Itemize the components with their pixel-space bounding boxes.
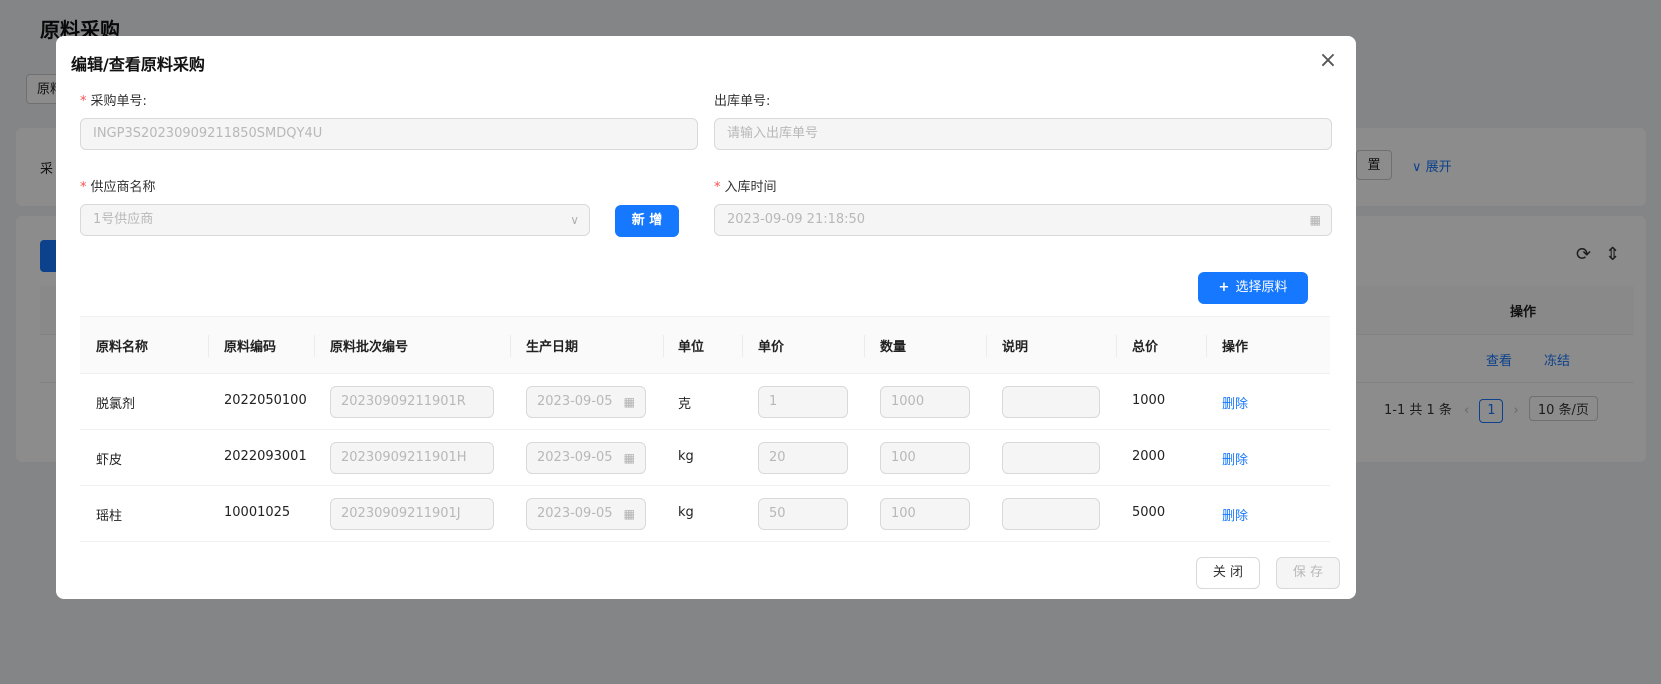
batch-no-input[interactable]: 20230909211901R	[330, 386, 494, 418]
note-input[interactable]	[1002, 442, 1100, 474]
delete-link[interactable]: 删除	[1222, 505, 1248, 524]
outbound-no-input[interactable]: 请输入出库单号	[714, 118, 1332, 150]
supplier-label-text: 供应商名称	[90, 180, 156, 195]
column-divider	[314, 335, 315, 357]
plus-icon: +	[1218, 280, 1230, 295]
production-date-picker[interactable]: 2023-09-05 ▦	[526, 498, 646, 530]
quantity-input[interactable]: 1000	[880, 386, 970, 418]
th-total: 总价	[1132, 340, 1159, 355]
table-row: 虾皮 2022093001 20230909211901H 2023-09-05…	[80, 430, 1330, 486]
production-date-value: 2023-09-05	[537, 394, 613, 409]
required-mark: *	[80, 180, 87, 195]
table-row: 脱氯剂 2022050100 20230909211901R 2023-09-0…	[80, 374, 1330, 430]
column-divider	[1206, 335, 1207, 357]
production-date-value: 2023-09-05	[537, 450, 613, 465]
quantity-input[interactable]: 100	[880, 498, 970, 530]
select-material-button[interactable]: + 选择原料	[1198, 272, 1308, 304]
add-supplier-button[interactable]: 新 增	[615, 205, 679, 237]
batch-no-input[interactable]: 20230909211901J	[330, 498, 494, 530]
supplier-label: * 供应商名称	[80, 176, 156, 195]
unit-price-input[interactable]: 1	[758, 386, 848, 418]
cell-total: 2000	[1132, 449, 1166, 464]
required-mark: *	[80, 94, 87, 109]
unit-price-input[interactable]: 50	[758, 498, 848, 530]
inbound-time-value: 2023-09-09 21:18:50	[727, 212, 866, 227]
select-material-label: 选择原料	[1235, 280, 1288, 295]
calendar-icon: ▦	[1309, 213, 1321, 227]
save-button[interactable]: 保 存	[1276, 557, 1340, 589]
calendar-icon: ▦	[623, 395, 635, 409]
outbound-no-label: 出库单号:	[714, 94, 771, 109]
cell-material-code: 2022050100	[224, 393, 307, 408]
inbound-time-picker[interactable]: 2023-09-09 21:18:50 ▦	[714, 204, 1332, 236]
chevron-down-icon: ∨	[570, 213, 579, 227]
cell-total: 5000	[1132, 505, 1166, 520]
production-date-picker[interactable]: 2023-09-05 ▦	[526, 386, 646, 418]
modal-title: 编辑/查看原料采购	[71, 55, 205, 74]
cell-unit: 克	[678, 397, 692, 412]
column-divider	[864, 335, 865, 357]
close-icon[interactable]: ×	[1318, 50, 1338, 72]
calendar-icon: ▦	[623, 451, 635, 465]
note-input[interactable]	[1002, 386, 1100, 418]
inbound-time-label-text: 入库时间	[724, 180, 777, 195]
table-row: 瑶柱 10001025 20230909211901J 2023-09-05 ▦ …	[80, 486, 1330, 542]
cell-material-name: 虾皮	[96, 453, 123, 468]
supplier-select-value: 1号供应商	[93, 212, 154, 227]
edit-purchase-modal: 编辑/查看原料采购 × * 采购单号: INGP3S20230909211850S…	[56, 36, 1356, 599]
production-date-value: 2023-09-05	[537, 506, 613, 521]
required-mark: *	[714, 180, 721, 195]
quantity-input[interactable]: 100	[880, 442, 970, 474]
th-material-name: 原料名称	[96, 340, 149, 355]
cell-material-code: 2022093001	[224, 449, 307, 464]
column-divider	[208, 335, 209, 357]
purchase-no-label-text: 采购单号:	[90, 94, 147, 109]
cell-material-code: 10001025	[224, 505, 291, 520]
column-divider	[663, 335, 664, 357]
cell-material-name: 瑶柱	[96, 509, 123, 524]
column-divider	[742, 335, 743, 357]
column-divider	[1116, 335, 1117, 357]
unit-price-input[interactable]: 20	[758, 442, 848, 474]
delete-link[interactable]: 删除	[1222, 393, 1248, 412]
th-action: 操作	[1222, 340, 1249, 355]
th-unit: 单位	[678, 340, 705, 355]
purchase-no-label: * 采购单号:	[80, 90, 147, 109]
close-button[interactable]: 关 闭	[1196, 557, 1260, 589]
th-unit-price: 单价	[758, 340, 785, 355]
cell-total: 1000	[1132, 393, 1166, 408]
inbound-time-label: * 入库时间	[714, 176, 777, 195]
production-date-picker[interactable]: 2023-09-05 ▦	[526, 442, 646, 474]
cell-unit: kg	[678, 505, 694, 520]
calendar-icon: ▦	[623, 507, 635, 521]
cell-unit: kg	[678, 449, 694, 464]
table-header: 原料名称 原料编码 原料批次编号 生产日期 单位 单价 数量 说明 总价 操作	[80, 316, 1330, 374]
purchase-no-input[interactable]: INGP3S20230909211850SMDQY4U	[80, 118, 698, 150]
th-production-date: 生产日期	[526, 340, 579, 355]
delete-link[interactable]: 删除	[1222, 449, 1248, 468]
th-material-code: 原料编码	[224, 340, 277, 355]
column-divider	[510, 335, 511, 357]
supplier-select[interactable]: 1号供应商 ∨	[80, 204, 590, 236]
column-divider	[986, 335, 987, 357]
th-note: 说明	[1002, 340, 1029, 355]
note-input[interactable]	[1002, 498, 1100, 530]
th-batch-no: 原料批次编号	[330, 340, 409, 355]
th-quantity: 数量	[880, 340, 907, 355]
batch-no-input[interactable]: 20230909211901H	[330, 442, 494, 474]
material-table: 原料名称 原料编码 原料批次编号 生产日期 单位 单价 数量 说明 总价 操作 …	[80, 316, 1330, 542]
cell-material-name: 脱氯剂	[96, 397, 136, 412]
